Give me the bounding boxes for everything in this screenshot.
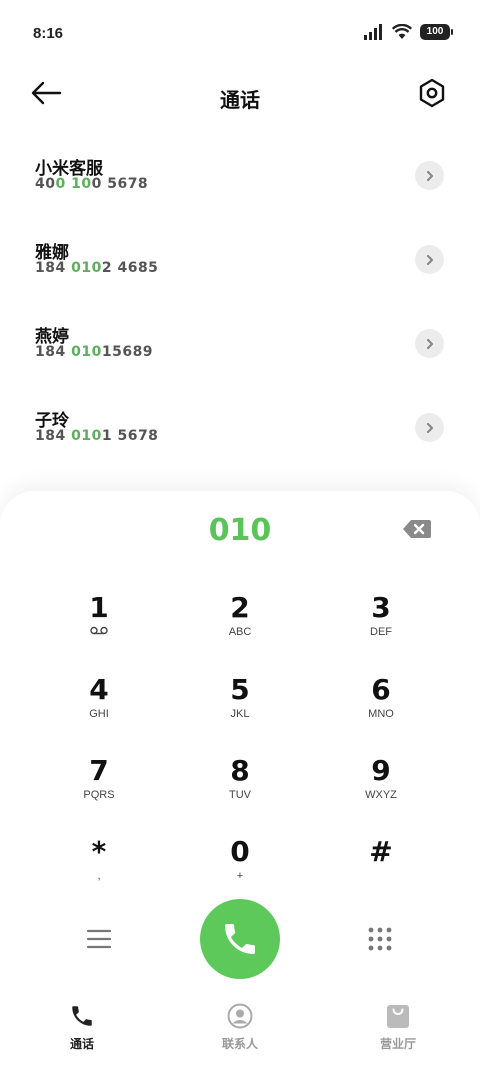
shopping-bag-icon: [387, 1005, 409, 1028]
keypad-toggle-button[interactable]: [367, 926, 393, 952]
nav-tab-store[interactable]: 营业厅: [318, 991, 478, 1067]
contact-detail-button[interactable]: [415, 413, 444, 442]
battery-indicator: 100: [420, 24, 453, 40]
hexagon-settings-icon: [419, 78, 445, 108]
key-6[interactable]: 6 MNO: [326, 673, 436, 745]
backspace-button[interactable]: [402, 519, 432, 539]
key-star[interactable]: * ,: [44, 835, 154, 907]
key-hash[interactable]: #: [326, 835, 436, 907]
key-0[interactable]: 0 +: [185, 835, 295, 907]
bottom-nav: 通话 联系人 营业厅: [0, 991, 480, 1067]
chevron-right-icon: [426, 422, 433, 433]
contact-name: 燕婷: [35, 327, 69, 347]
menu-icon: [86, 929, 112, 949]
nav-label: 营业厅: [379, 1037, 416, 1051]
header: 通话: [0, 70, 480, 126]
nav-tab-contacts[interactable]: 联系人: [160, 991, 320, 1067]
phone-icon: [225, 924, 255, 954]
key-4[interactable]: 4 GHI: [44, 673, 154, 745]
phone-icon: [72, 1006, 92, 1026]
dialer-panel: 010 1 2 ABC 3 DEF 4 GHI 5 JKL 6 MNO 7 PQ…: [0, 491, 480, 991]
contact-list: 小米客服 400 100 5678 雅娜 184 0102 4685 燕婷 18…: [0, 132, 480, 468]
contact-row[interactable]: 雅娜 184 0102 4685: [0, 216, 480, 300]
signal-icon: [364, 24, 382, 40]
key-2[interactable]: 2 ABC: [185, 591, 295, 663]
contact-detail-button[interactable]: [415, 161, 444, 190]
contact-detail-button[interactable]: [415, 245, 444, 274]
contact-row[interactable]: 燕婷 184 01015689: [0, 300, 480, 384]
contact-number: 184 0102 4685: [35, 260, 159, 276]
call-button[interactable]: [200, 899, 280, 979]
chevron-right-icon: [426, 254, 433, 265]
contact-name: 雅娜: [35, 243, 69, 263]
contact-number: 184 01015689: [35, 344, 154, 360]
key-9[interactable]: 9 WXYZ: [326, 754, 436, 826]
contact-number: 184 0101 5678: [35, 428, 159, 444]
dialpad-icon: [368, 927, 392, 951]
contact-row[interactable]: 小米客服 400 100 5678: [0, 132, 480, 216]
status-time: 8:16: [33, 25, 64, 42]
nav-tab-calls[interactable]: 通话: [2, 991, 162, 1067]
key-1[interactable]: 1: [44, 591, 154, 663]
key-7[interactable]: 7 PQRS: [44, 754, 154, 826]
contact-name: 小米客服: [35, 159, 103, 179]
chevron-right-icon: [426, 338, 433, 349]
contact-row[interactable]: 子玲 184 0101 5678: [0, 384, 480, 468]
wifi-icon: [392, 24, 412, 39]
backspace-icon: [403, 520, 431, 538]
chevron-right-icon: [426, 170, 433, 181]
nav-label: 联系人: [221, 1037, 258, 1051]
contact-number: 400 100 5678: [35, 176, 149, 192]
status-bar: 8:16 100: [0, 0, 480, 70]
menu-button[interactable]: [86, 928, 112, 950]
page-title: 通话: [220, 88, 260, 112]
status-icons: 100: [364, 24, 453, 40]
voicemail-icon: [90, 626, 108, 635]
contacts-icon: [227, 1003, 253, 1029]
key-8[interactable]: 8 TUV: [185, 754, 295, 826]
key-5[interactable]: 5 JKL: [185, 673, 295, 745]
contact-detail-button[interactable]: [415, 329, 444, 358]
nav-label: 通话: [69, 1037, 94, 1051]
key-3[interactable]: 3 DEF: [326, 591, 436, 663]
settings-button[interactable]: [418, 78, 448, 108]
contact-name: 子玲: [35, 411, 69, 431]
